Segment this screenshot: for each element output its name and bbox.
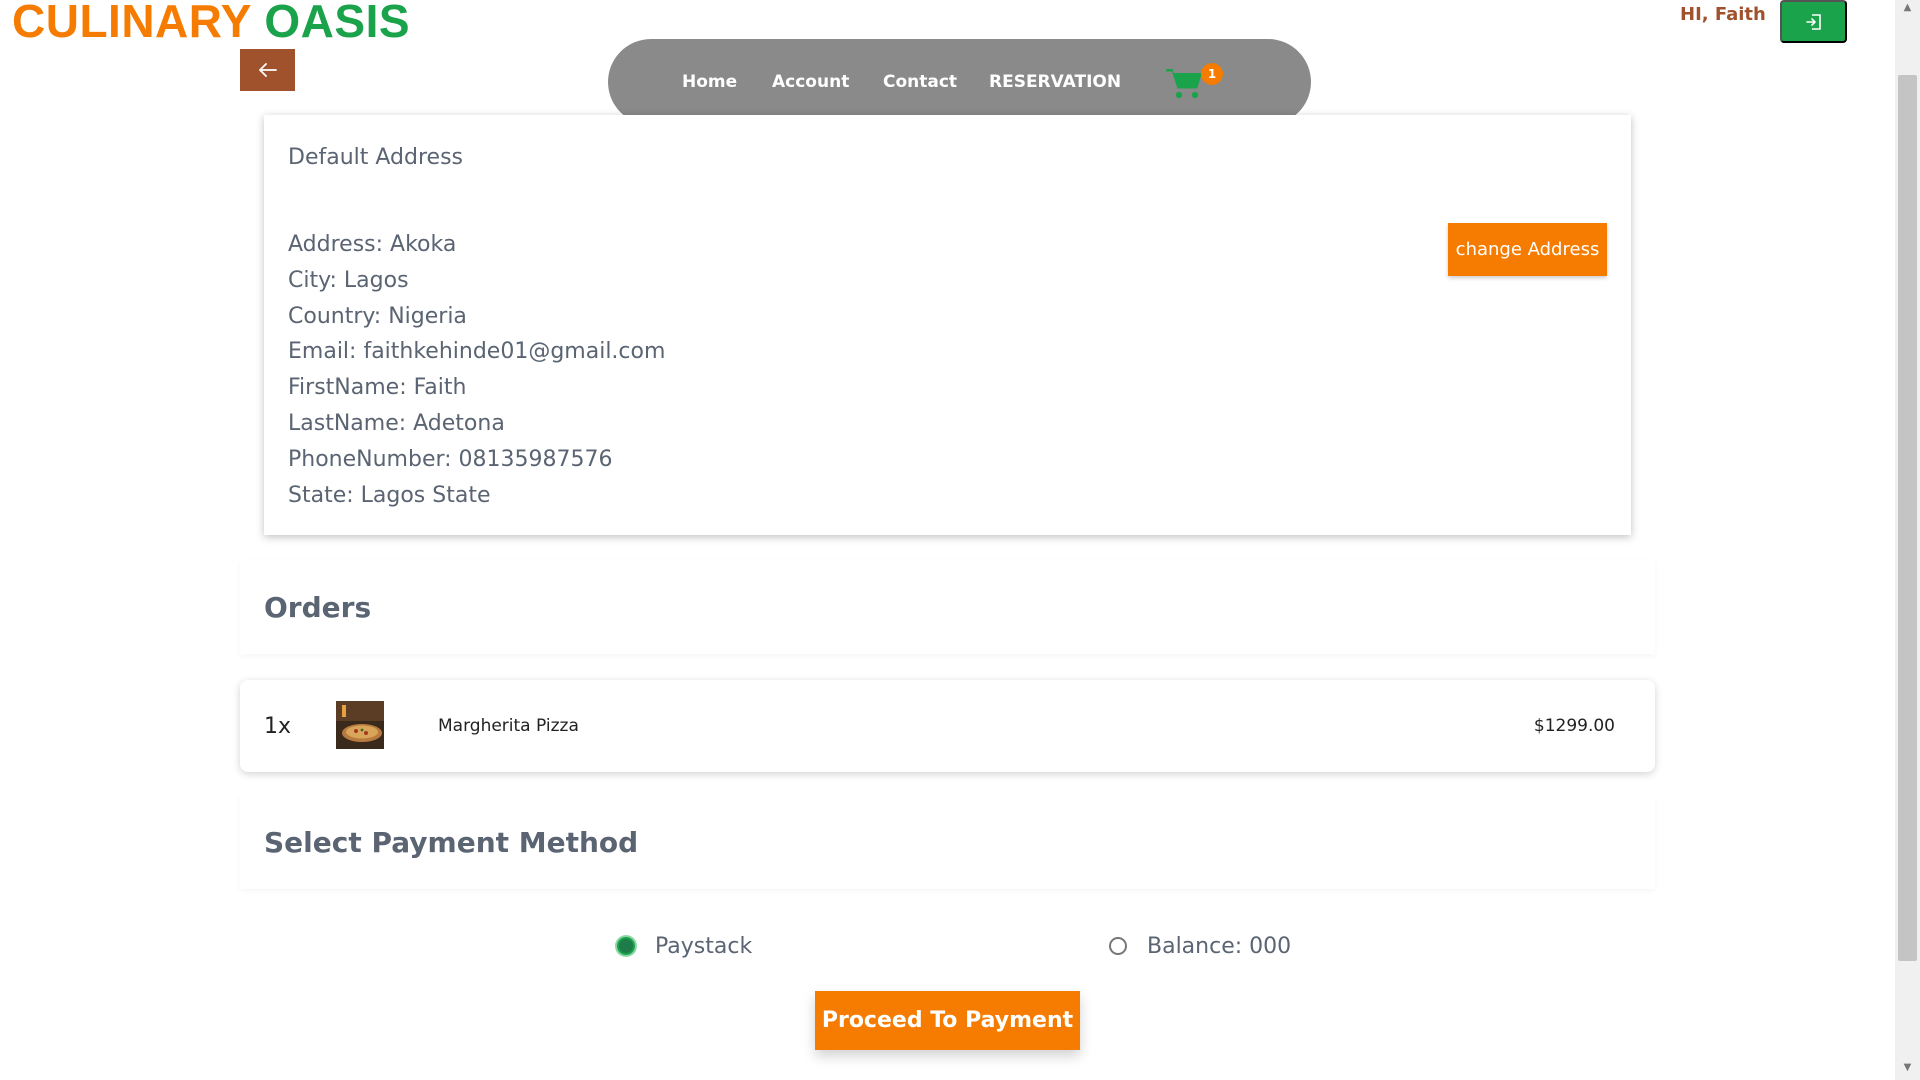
brand-part2: OASIS <box>264 0 411 47</box>
pizza-thumbnail <box>336 701 384 749</box>
payment-method-header: Select Payment Method <box>240 795 1655 889</box>
order-item-name: Margherita Pizza <box>438 716 579 736</box>
user-greeting: HI, Faith <box>1680 4 1766 25</box>
nav-home[interactable]: Home <box>682 39 737 125</box>
address-line: Address: Akoka <box>288 232 457 257</box>
email-line: Email: faithkehinde01@gmail.com <box>288 339 666 365</box>
shopping-cart-icon[interactable] <box>1164 64 1204 104</box>
brand-logo: CULINARY OASIS <box>12 0 410 48</box>
payment-option-balance[interactable]: Balance: 000 <box>1109 926 1291 966</box>
lastname-line: LastName: Adetona <box>288 410 505 436</box>
city-line: City: Lagos <box>288 267 409 293</box>
order-item: 1x Margherita Pizza $1299.00 <box>240 680 1655 772</box>
back-button[interactable] <box>240 49 295 91</box>
order-qty: 1x <box>264 713 292 739</box>
country-line: Country: Nigeria <box>288 303 467 329</box>
brand-part1: CULINARY <box>12 0 252 47</box>
payment-method-title: Select Payment Method <box>264 825 639 859</box>
paystack-radio[interactable] <box>617 937 635 955</box>
scroll-up-arrow-icon[interactable]: ▲ <box>1898 2 1917 18</box>
scroll-down-arrow-icon[interactable]: ▼ <box>1898 1062 1917 1078</box>
orders-header: Orders <box>240 560 1655 654</box>
cart-count-badge: 1 <box>1201 63 1223 85</box>
balance-label: Balance: 000 <box>1147 933 1292 959</box>
address-title: Default Address <box>288 145 463 170</box>
phone-line: PhoneNumber: 08135987576 <box>288 446 613 472</box>
change-address-button[interactable]: change Address <box>1448 223 1607 276</box>
firstname-line: FirstName: Faith <box>288 375 467 401</box>
paystack-label: Paystack <box>655 933 753 959</box>
nav-account[interactable]: Account <box>772 39 849 125</box>
order-item-price: $1299.00 <box>1533 716 1615 736</box>
arrow-left-icon <box>258 63 277 77</box>
logout-button[interactable] <box>1780 0 1847 43</box>
state-line: State: Lagos State <box>288 482 491 508</box>
sign-out-icon <box>1805 13 1821 30</box>
payment-option-paystack[interactable]: Paystack <box>617 926 752 966</box>
proceed-to-payment-button[interactable]: Proceed To Payment <box>815 991 1080 1050</box>
main-nav: Home Account Contact RESERVATION 1 <box>608 39 1311 125</box>
orders-title: Orders <box>264 590 372 624</box>
nav-contact[interactable]: Contact <box>883 39 957 125</box>
balance-radio[interactable] <box>1109 937 1127 955</box>
scrollbar-thumb[interactable] <box>1898 75 1917 961</box>
address-details: Address: Akoka City: Lagos Country: Nige… <box>288 227 665 513</box>
default-address-card: Default Address Address: Akoka City: Lag… <box>264 115 1631 535</box>
nav-reservation[interactable]: RESERVATION <box>989 39 1121 125</box>
